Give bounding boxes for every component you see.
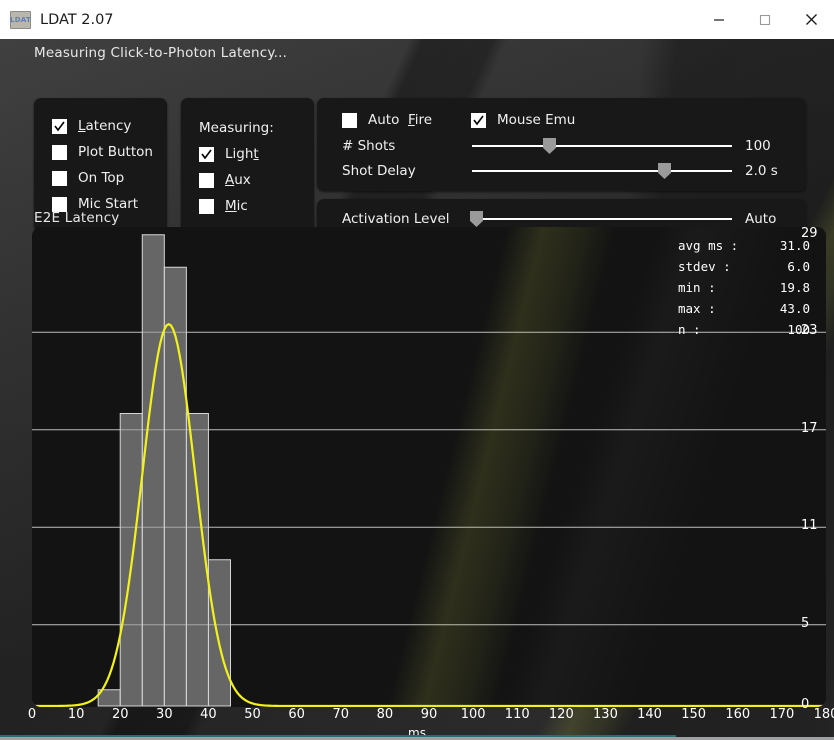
checkbox-label: Plot Button bbox=[78, 144, 153, 160]
shot-delay-slider-thumb[interactable] bbox=[658, 163, 671, 179]
x-axis-tick: 120 bbox=[548, 707, 574, 722]
x-axis-tick: 170 bbox=[769, 707, 795, 722]
x-axis-tick: 80 bbox=[376, 707, 394, 722]
stat-row-stdev: stdev : 6.0 bbox=[678, 256, 810, 277]
activation-slider-thumb[interactable] bbox=[470, 211, 483, 227]
x-axis: ms 0 10 20 30 40 50 60 70 80 90 100 110 120 130 140 150… bbox=[0, 707, 834, 740]
stat-row-max: max : 43.0 bbox=[678, 298, 810, 319]
x-axis-tick: 30 bbox=[156, 707, 173, 722]
x-axis-tick: 60 bbox=[288, 707, 305, 722]
close-button[interactable] bbox=[788, 0, 834, 39]
empty-checkbox-icon bbox=[199, 172, 214, 188]
x-axis-tick: 70 bbox=[332, 707, 350, 722]
empty-checkbox-icon bbox=[52, 144, 67, 160]
checkmark-icon bbox=[52, 118, 67, 134]
x-axis-tick: 0 bbox=[27, 707, 37, 722]
checkbox-label: Latency bbox=[78, 118, 132, 134]
ldat-app-icon: LDAT bbox=[10, 10, 31, 29]
title-bar: LDAT LDAT 2.07 bbox=[0, 0, 834, 40]
window-title: LDAT 2.07 bbox=[40, 11, 114, 28]
x-axis-tick: 160 bbox=[725, 707, 751, 722]
checkbox-label: Aux bbox=[225, 172, 251, 188]
checkbox-label: Mic bbox=[225, 198, 248, 214]
shot-delay-value: 2.0 s bbox=[745, 163, 778, 179]
empty-checkbox-icon bbox=[342, 112, 357, 128]
checkbox-label: On Top bbox=[78, 170, 125, 186]
checkbox-label: Auto Fire bbox=[368, 112, 433, 128]
histogram-bar bbox=[141, 234, 165, 707]
fire-settings-panel: Auto Fire Mouse Emu # Shots 100 Shot Del… bbox=[317, 98, 806, 191]
measuring-panel: Measuring: Light Aux Mic bbox=[181, 98, 314, 232]
activation-value: Auto bbox=[745, 211, 777, 227]
checkbox-aux[interactable]: Aux bbox=[199, 172, 251, 188]
x-axis-tick: 130 bbox=[593, 707, 618, 722]
checkbox-plot-button[interactable]: Plot Button bbox=[52, 144, 153, 160]
minimize-button[interactable] bbox=[696, 0, 742, 39]
y-axis-tick: 23 bbox=[801, 323, 818, 339]
stat-row-n: n : 100 bbox=[678, 319, 810, 340]
stats-box: avg ms : 31.0 stdev : 6.0 min : 19.8 max… bbox=[678, 235, 810, 340]
measuring-heading: Measuring: bbox=[199, 120, 274, 136]
shots-slider-thumb[interactable] bbox=[543, 138, 556, 154]
histogram-bar bbox=[207, 559, 231, 707]
y-axis-tick: 29 bbox=[801, 225, 818, 241]
stat-key: min : bbox=[678, 280, 716, 295]
x-axis-tick: 100 bbox=[460, 707, 486, 722]
x-axis-tick: 10 bbox=[67, 707, 85, 722]
latency-histogram-chart[interactable]: avg ms : 31.0 stdev : 6.0 min : 19.8 max… bbox=[32, 227, 826, 707]
y-axis-tick: 17 bbox=[801, 420, 818, 436]
shot-delay-label: Shot Delay bbox=[342, 163, 416, 179]
checkbox-mic[interactable]: Mic bbox=[199, 198, 248, 214]
y-axis-tick: 11 bbox=[801, 518, 818, 534]
stat-row-min: min : 19.8 bbox=[678, 277, 810, 298]
checkbox-on-top[interactable]: On Top bbox=[52, 170, 124, 186]
stat-value: 6.0 bbox=[787, 259, 810, 274]
x-axis-tick: 20 bbox=[111, 707, 129, 722]
checkmark-icon bbox=[471, 112, 486, 128]
x-axis-tick: 140 bbox=[637, 707, 662, 722]
stat-row-avg: avg ms : 31.0 bbox=[678, 235, 810, 256]
checkmark-icon bbox=[199, 146, 214, 162]
empty-checkbox-icon bbox=[199, 198, 214, 214]
shots-label: # Shots bbox=[342, 138, 396, 154]
checkbox-label: Light bbox=[225, 146, 259, 162]
stat-key: n : bbox=[678, 322, 701, 337]
empty-checkbox-icon bbox=[52, 170, 67, 186]
x-axis-tick: 50 bbox=[244, 707, 261, 722]
chart-title: E2E Latency bbox=[34, 210, 120, 226]
activation-level-label: Activation Level bbox=[342, 211, 450, 227]
checkbox-mouse-emu[interactable]: Mouse Emu bbox=[471, 112, 575, 128]
x-axis-tick: 90 bbox=[420, 707, 438, 722]
checkbox-auto-fire[interactable]: Auto Fire bbox=[342, 112, 432, 128]
x-axis-tick: 180 bbox=[813, 707, 834, 722]
activation-slider-track[interactable] bbox=[472, 218, 732, 220]
stat-key: avg ms : bbox=[678, 238, 739, 253]
maximize-button[interactable] bbox=[742, 0, 788, 39]
x-axis-tick: 40 bbox=[200, 707, 217, 722]
stat-key: max : bbox=[678, 301, 716, 316]
ldat-application-window: LDAT LDAT 2.07 Measuring Click-to-Photon… bbox=[0, 0, 834, 740]
shots-value: 100 bbox=[745, 138, 771, 154]
y-axis-tick: 5 bbox=[801, 615, 810, 631]
x-axis-tick: 110 bbox=[504, 707, 530, 722]
stat-value: 19.8 bbox=[779, 280, 810, 295]
shots-slider-track[interactable] bbox=[472, 145, 732, 147]
checkbox-light[interactable]: Light bbox=[199, 146, 259, 162]
shot-delay-slider-track[interactable] bbox=[472, 170, 732, 172]
checkbox-latency[interactable]: Latency bbox=[52, 118, 131, 134]
stat-key: stdev : bbox=[678, 259, 731, 274]
status-text: Measuring Click-to-Photon Latency... bbox=[34, 45, 288, 61]
stat-value: 43.0 bbox=[779, 301, 810, 316]
window-controls bbox=[696, 0, 834, 39]
checkbox-label: Mouse Emu bbox=[497, 112, 576, 128]
x-axis-tick: 150 bbox=[681, 707, 707, 722]
